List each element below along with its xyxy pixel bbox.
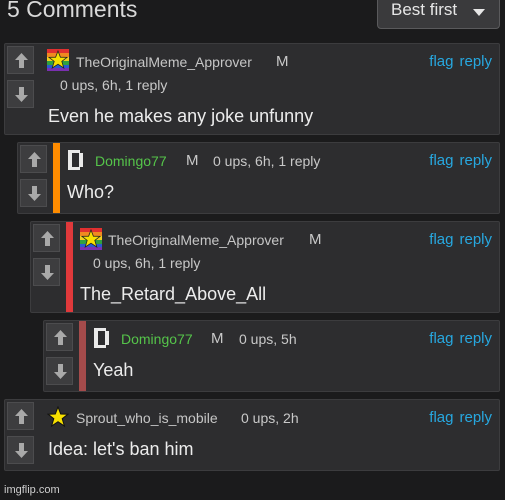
flag-link[interactable]: flag <box>429 330 453 347</box>
comment-meta: 0 ups, 5h <box>239 331 297 347</box>
thread-bar-op <box>53 143 60 213</box>
thread-bar <box>79 321 86 391</box>
mod-badge: M <box>276 53 289 70</box>
comment: TheOriginalMeme_Approver M 0 ups, 6h, 1 … <box>30 221 500 313</box>
comment: Sprout_who_is_mobile 0 ups, 2h Idea: let… <box>4 399 500 471</box>
arrow-up-icon <box>15 53 28 68</box>
arrow-down-icon <box>28 186 41 201</box>
comments-count-title: 5 Comments <box>7 0 138 22</box>
mod-badge: M <box>211 330 224 347</box>
star-icon[interactable] <box>46 405 70 428</box>
comment-actions: flag reply <box>423 231 492 248</box>
sort-dropdown[interactable]: Best first <box>377 0 500 29</box>
comment-text: Yeah <box>93 360 134 380</box>
reply-link[interactable]: reply <box>459 53 492 70</box>
upvote-button[interactable] <box>7 402 34 430</box>
arrow-down-icon <box>41 265 54 280</box>
downvote-button[interactable] <box>46 357 73 385</box>
upvote-button[interactable] <box>20 145 47 173</box>
arrow-up-icon <box>28 152 41 167</box>
comment-actions: flag reply <box>423 409 492 426</box>
mod-badge: M <box>309 231 322 248</box>
arrow-up-icon <box>41 231 54 246</box>
upvote-button[interactable] <box>46 323 73 351</box>
arrow-up-icon <box>15 409 28 424</box>
chevron-down-icon <box>473 9 485 16</box>
comment-meta: 0 ups, 6h, 1 reply <box>213 153 321 169</box>
comment-meta: 0 ups, 6h, 1 reply <box>60 77 168 93</box>
arrow-down-icon <box>15 87 28 102</box>
flag-link[interactable]: flag <box>429 231 453 248</box>
arrow-down-icon <box>54 364 67 379</box>
flag-link[interactable]: flag <box>429 53 453 70</box>
username[interactable]: TheOriginalMeme_Approver <box>108 232 284 248</box>
flag-link[interactable]: flag <box>429 409 453 426</box>
reply-link[interactable]: reply <box>459 409 492 426</box>
comment-meta: 0 ups, 6h, 1 reply <box>93 255 201 271</box>
comment: Domingo77 M 0 ups, 5h Yeah flag reply <box>43 320 500 392</box>
comment-meta: 0 ups, 2h <box>241 410 299 426</box>
downvote-button[interactable] <box>7 80 34 108</box>
comment: Domingo77 M 0 ups, 6h, 1 reply Who? flag… <box>17 142 500 214</box>
comment-text: Idea: let's ban him <box>48 439 194 459</box>
username[interactable]: Sprout_who_is_mobile <box>76 410 218 426</box>
arrow-down-icon <box>15 443 28 458</box>
pixel-d-icon[interactable] <box>65 149 87 171</box>
comment: TheOriginalMeme_Approver M 0 ups, 6h, 1 … <box>4 43 500 135</box>
comment-actions: flag reply <box>423 330 492 347</box>
upvote-button[interactable] <box>33 224 60 252</box>
mod-badge: M <box>186 152 199 169</box>
arrow-up-icon <box>54 330 67 345</box>
username[interactable]: TheOriginalMeme_Approver <box>76 54 252 70</box>
thread-bar <box>66 222 73 312</box>
pixel-d-icon[interactable] <box>91 327 113 349</box>
downvote-button[interactable] <box>33 258 60 286</box>
reply-link[interactable]: reply <box>459 231 492 248</box>
rainbow-star-icon[interactable] <box>80 228 102 250</box>
comment-text: Even he makes any joke unfunny <box>48 106 314 126</box>
vote-controls <box>5 44 36 134</box>
upvote-button[interactable] <box>7 46 34 74</box>
rainbow-star-icon[interactable] <box>47 49 69 71</box>
imgflip-watermark: imgflip.com <box>4 484 60 496</box>
username[interactable]: Domingo77 <box>121 331 193 347</box>
downvote-button[interactable] <box>20 179 47 207</box>
comment-text: The_Retard_Above_All <box>80 284 267 304</box>
vote-controls <box>31 222 62 312</box>
vote-controls <box>5 400 36 470</box>
vote-controls <box>18 143 49 213</box>
username[interactable]: Domingo77 <box>95 153 167 169</box>
reply-link[interactable]: reply <box>459 152 492 169</box>
sort-label: Best first <box>391 0 458 19</box>
comment-actions: flag reply <box>423 53 492 70</box>
vote-controls <box>44 321 75 391</box>
downvote-button[interactable] <box>7 436 34 464</box>
flag-link[interactable]: flag <box>429 152 453 169</box>
comment-text: Who? <box>67 182 115 202</box>
comment-actions: flag reply <box>423 152 492 169</box>
reply-link[interactable]: reply <box>459 330 492 347</box>
